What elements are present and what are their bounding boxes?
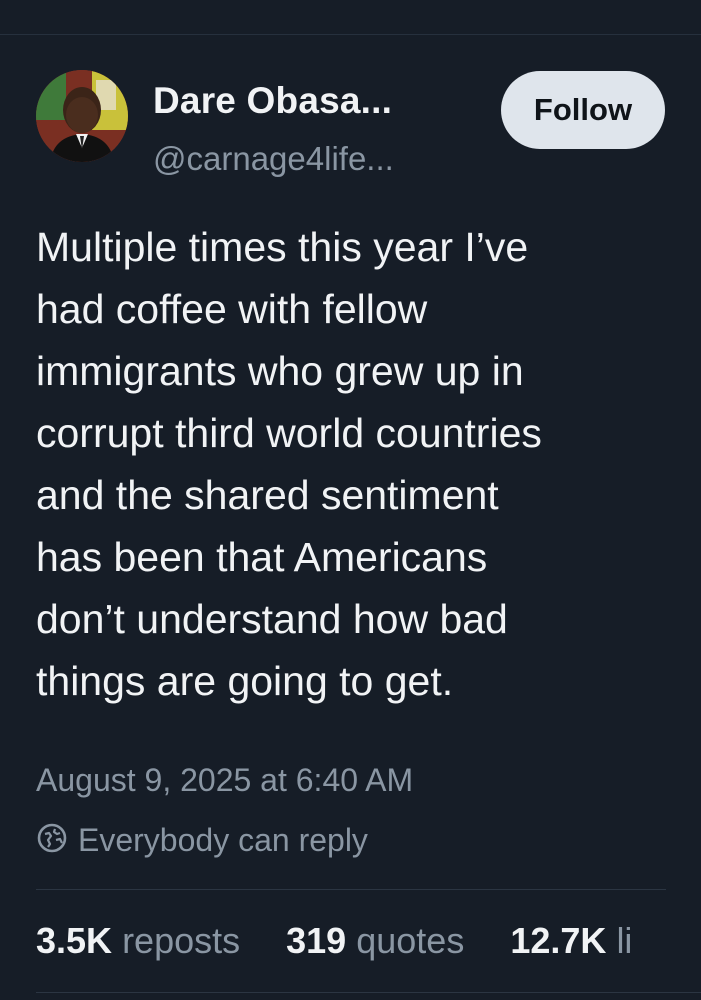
post-text-line: things are going to get. <box>36 658 454 704</box>
post-text-line: immigrants who grew up in <box>36 348 524 394</box>
likes-count: 12.7K <box>510 920 607 961</box>
avatar-image <box>36 70 128 162</box>
reply-setting-label: Everybody can reply <box>78 822 368 858</box>
post-text-line: has been that Americans <box>36 534 488 580</box>
reply-setting: Everybody can reply <box>36 822 368 859</box>
engagement-stats: 3.5K reposts 319 quotes 12.7K li <box>36 920 701 970</box>
post-text-line: don’t understand how bad <box>36 596 508 642</box>
post-text-line: and the shared sentiment <box>36 472 499 518</box>
post-text: Multiple times this year I’ve had coffee… <box>36 216 676 712</box>
globe-icon <box>36 822 68 859</box>
author-name[interactable]: Dare Obasa... <box>153 80 392 122</box>
avatar[interactable] <box>36 70 128 162</box>
post-timestamp[interactable]: August 9, 2025 at 6:40 AM <box>36 762 413 799</box>
quotes-count: 319 <box>286 920 347 961</box>
author-handle[interactable]: @carnage4life... <box>153 140 394 178</box>
quotes-stat[interactable]: 319 quotes <box>286 920 464 962</box>
post-text-line: had coffee with fellow <box>36 286 428 332</box>
likes-stat[interactable]: 12.7K li <box>510 920 632 962</box>
post-text-line: corrupt third world countries <box>36 410 542 456</box>
quotes-label: quotes <box>356 920 465 961</box>
reposts-count: 3.5K <box>36 920 113 961</box>
divider <box>36 889 666 890</box>
post-text-line: Multiple times this year I’ve <box>36 224 529 270</box>
divider <box>36 992 701 993</box>
reposts-label: reposts <box>122 920 241 961</box>
top-divider <box>0 34 701 35</box>
follow-button[interactable]: Follow <box>501 71 665 149</box>
post-detail-page: Dare Obasa... @carnage4life... Follow Mu… <box>0 0 701 1000</box>
likes-label: li <box>616 920 633 961</box>
reposts-stat[interactable]: 3.5K reposts <box>36 920 240 962</box>
